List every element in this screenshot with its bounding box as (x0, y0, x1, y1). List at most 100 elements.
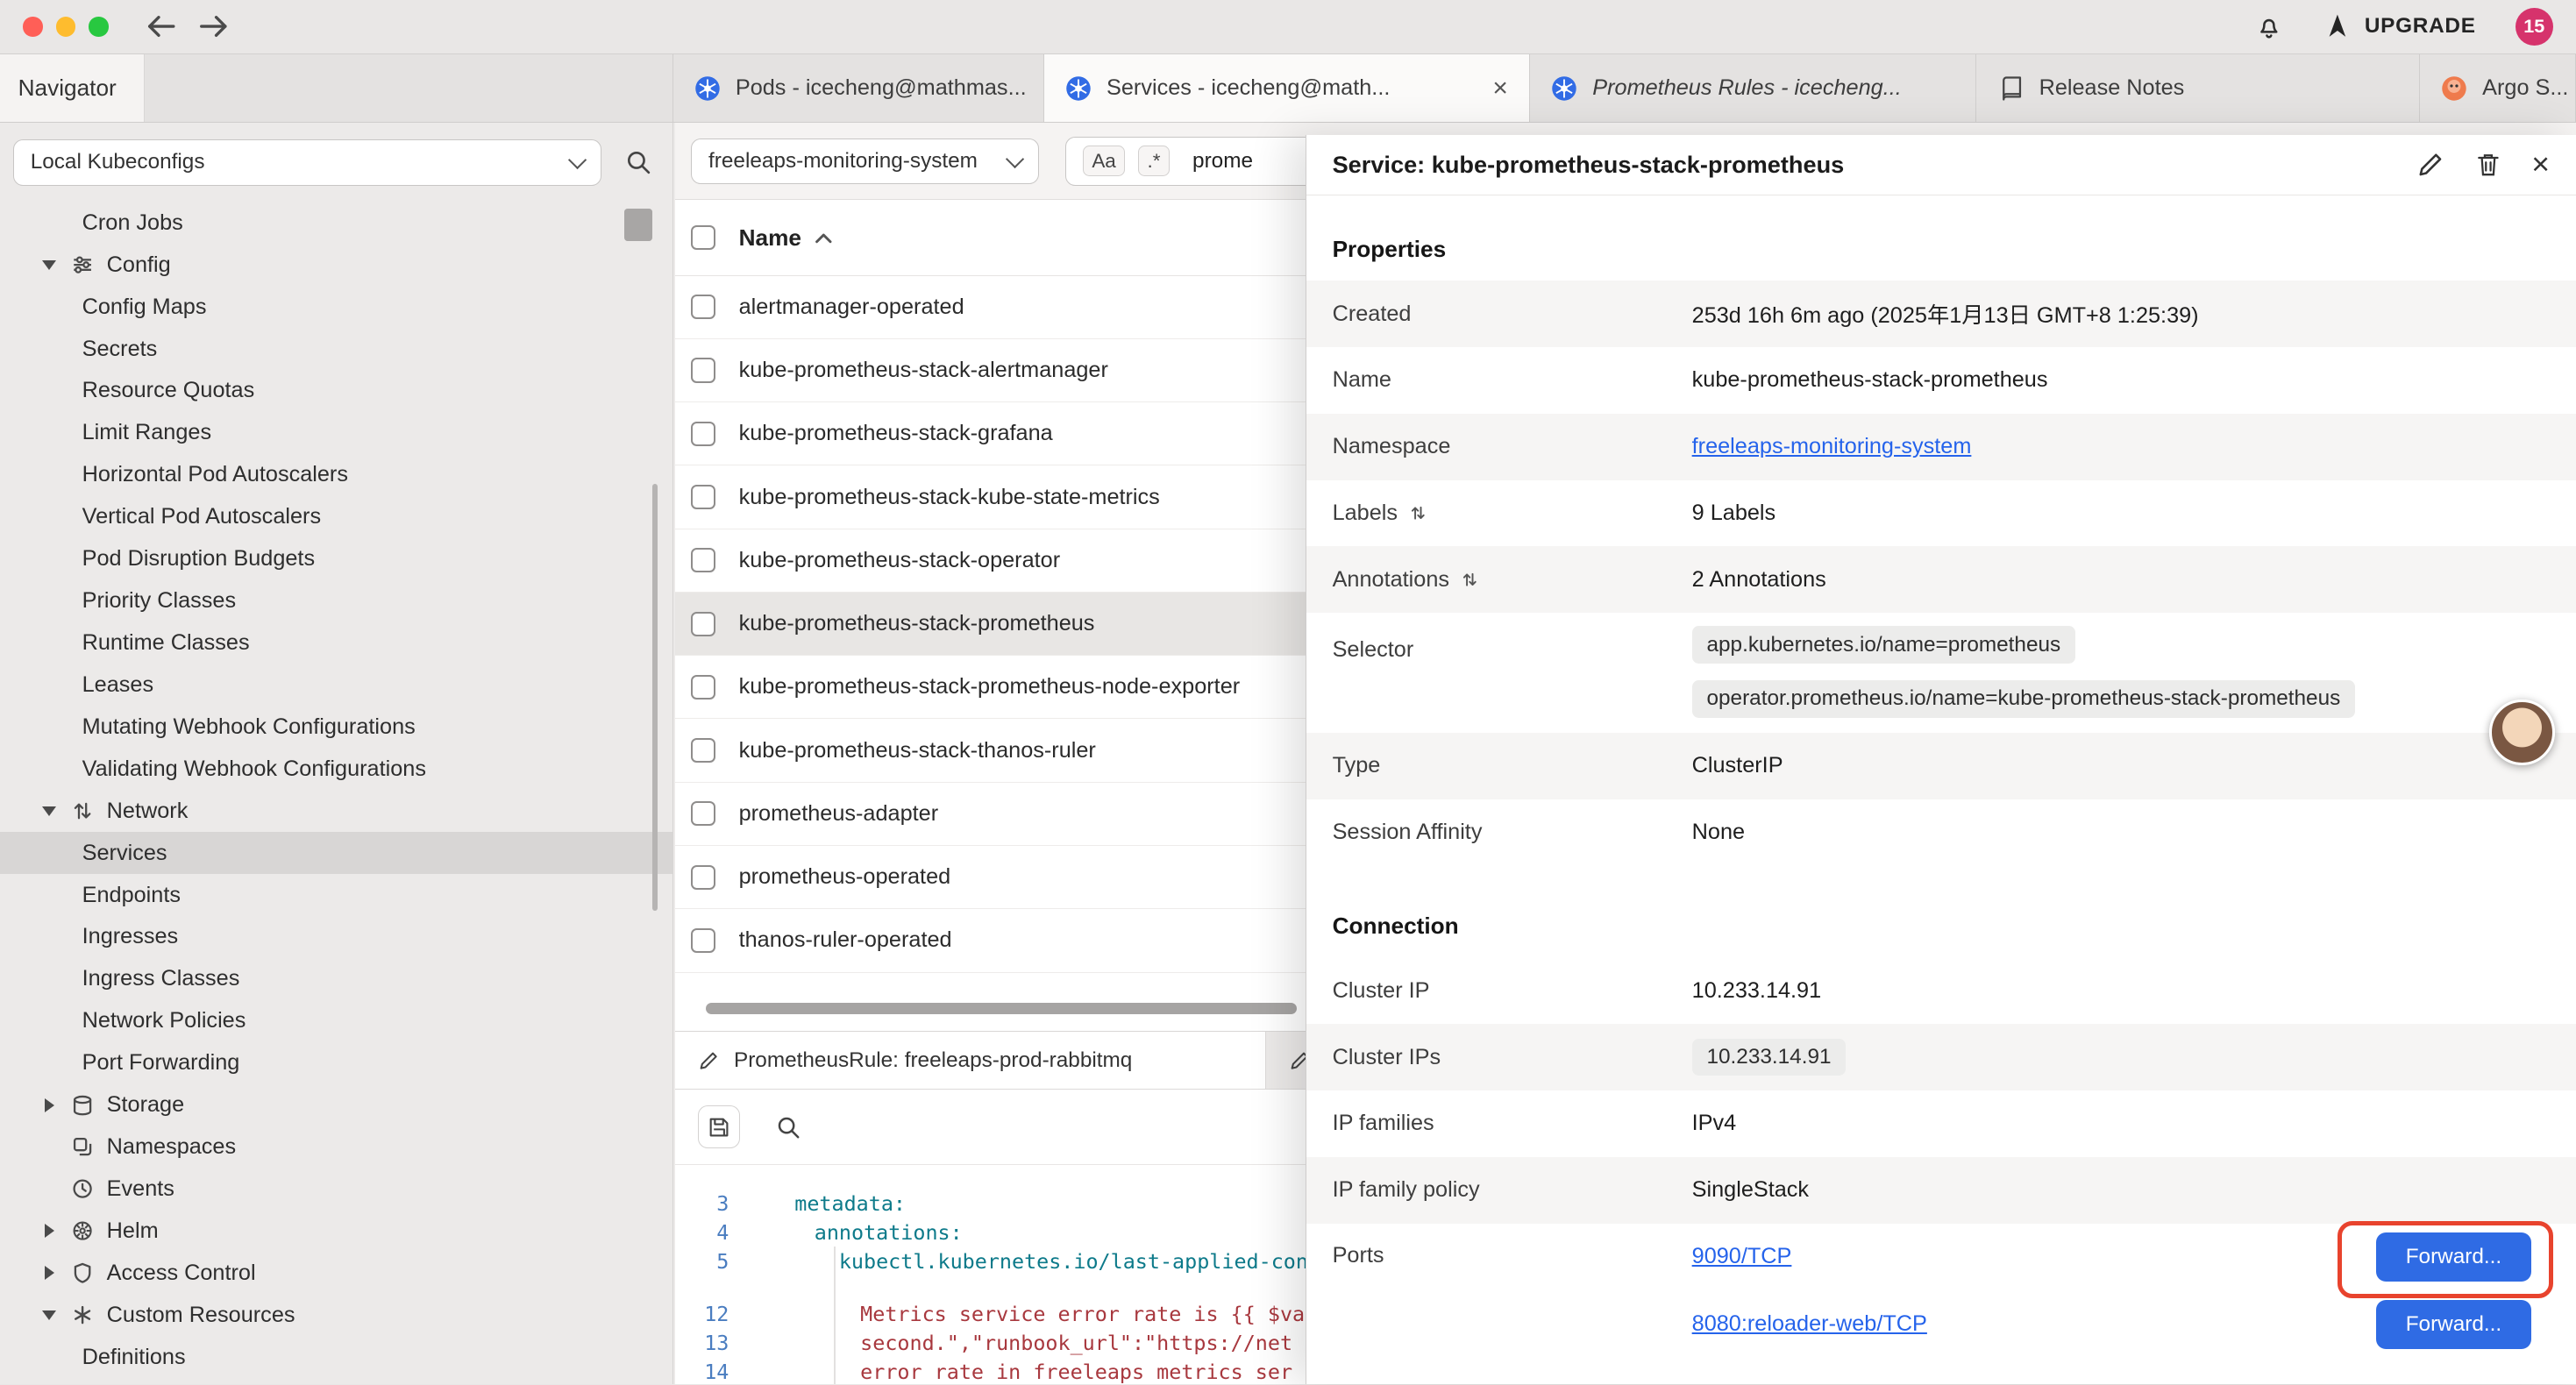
close-detail-button[interactable]: × (2531, 149, 2550, 181)
forward-port-button[interactable]: Forward... (2376, 1300, 2532, 1349)
row-checkbox[interactable] (691, 675, 715, 700)
kubeconfig-selector[interactable]: Local Kubeconfigs (13, 139, 601, 185)
sidebar-item-validating-webhook-configurations[interactable]: Validating Webhook Configurations (0, 748, 672, 790)
sidebar-item-cron-jobs[interactable]: Cron Jobs (0, 202, 672, 244)
created-label: Created (1333, 302, 1692, 327)
sidebar-item-storage[interactable]: Storage (0, 1084, 672, 1126)
tab-release-notes[interactable]: Release Notes (1976, 54, 2420, 123)
forward-button[interactable] (194, 7, 233, 46)
namespace-selector-value: freeleaps-monitoring-system (708, 149, 978, 174)
sidebar-item-secrets[interactable]: Secrets (0, 328, 672, 370)
row-checkbox[interactable] (691, 485, 715, 509)
minimize-window-button[interactable] (56, 17, 75, 36)
row-checkbox[interactable] (691, 295, 715, 319)
tab-label: Services - icecheng@math... (1107, 75, 1390, 101)
upgrade-button[interactable]: UPGRADE (2323, 12, 2476, 40)
sidebar-item-runtime-classes[interactable]: Runtime Classes (0, 622, 672, 664)
sidebar-search-icon[interactable] (624, 148, 652, 176)
notification-count-badge[interactable]: 15 (2516, 8, 2553, 46)
tab-label: Prometheus Rules - icecheng... (1592, 75, 1902, 101)
sidebar-item-priority-classes[interactable]: Priority Classes (0, 580, 672, 622)
sidebar-item-resource-quotas[interactable]: Resource Quotas (0, 370, 672, 412)
sidebar-item-mutating-webhook-configurations[interactable]: Mutating Webhook Configurations (0, 706, 672, 748)
pencil-icon (698, 1050, 719, 1071)
expand-annotations-icon[interactable] (1461, 570, 1479, 589)
sidebar-item-access-control[interactable]: Access Control (0, 1252, 672, 1294)
horizontal-scrollbar-thumb[interactable] (706, 1003, 1297, 1014)
sort-ascending-icon (815, 231, 833, 245)
sidebar-item-config[interactable]: Config (0, 244, 672, 286)
tab-pods[interactable]: Pods - icecheng@mathmas... (673, 54, 1044, 123)
sidebar-item-config-maps[interactable]: Config Maps (0, 286, 672, 328)
titlebar: UPGRADE 15 (0, 0, 2576, 54)
tree-scrollbar-thumb[interactable] (652, 484, 658, 911)
chevron-down-icon[interactable] (38, 1310, 60, 1320)
detail-row-type: Type ClusterIP (1306, 733, 2576, 799)
tab-prometheus-rules[interactable]: Prometheus Rules - icecheng... (1530, 54, 1976, 123)
chevron-down-icon (568, 151, 587, 169)
namespace-selector[interactable]: freeleaps-monitoring-system (691, 138, 1039, 184)
maximize-window-button[interactable] (89, 17, 108, 36)
row-checkbox[interactable] (691, 738, 715, 763)
namespace-link[interactable]: freeleaps-monitoring-system (1692, 434, 1972, 459)
close-tab-icon[interactable]: × (1492, 75, 1508, 102)
sidebar-item-ingresses[interactable]: Ingresses (0, 916, 672, 958)
name-label: Name (1333, 367, 1692, 393)
sidebar-item-services[interactable]: Services (0, 832, 672, 874)
chevron-down-icon[interactable] (38, 260, 60, 270)
section-title-properties: Properties (1306, 218, 2576, 281)
sidebar-item-events[interactable]: Events (0, 1168, 672, 1211)
annotations-value: 2 Annotations (1692, 567, 1826, 593)
expand-labels-icon[interactable] (1409, 503, 1427, 522)
chevron-right-icon[interactable] (38, 1266, 60, 1280)
detail-row-session-affinity: Session Affinity None (1306, 799, 2576, 866)
row-checkbox[interactable] (691, 801, 715, 826)
edit-button[interactable] (2416, 151, 2444, 179)
detail-row-created: Created 253d 16h 6m ago (2025年1月13日 GMT+… (1306, 281, 2576, 347)
tab-navigator[interactable]: Navigator (0, 54, 145, 123)
sidebar-item-pod-disruption-budgets[interactable]: Pod Disruption Budgets (0, 538, 672, 580)
sidebar-item-port-forwarding[interactable]: Port Forwarding (0, 1042, 672, 1084)
save-button[interactable] (698, 1105, 741, 1148)
filter-value: prome (1192, 149, 1253, 174)
detail-row-annotations: Annotations 2 Annotations (1306, 546, 2576, 613)
row-checkbox[interactable] (691, 612, 715, 636)
chevron-down-icon[interactable] (38, 806, 60, 816)
sidebar-item-endpoints[interactable]: Endpoints (0, 874, 672, 916)
custom-resources-icon (69, 1302, 96, 1328)
sidebar-item-limit-ranges[interactable]: Limit Ranges (0, 412, 672, 454)
select-all-checkbox[interactable] (691, 225, 715, 250)
row-checkbox[interactable] (691, 865, 715, 890)
editor-tab-prometheusrule[interactable]: PrometheusRule: freeleaps-prod-rabbitmq (675, 1032, 1266, 1090)
sidebar-item-namespaces[interactable]: Namespaces (0, 1126, 672, 1168)
column-header-name[interactable]: Name (739, 224, 801, 252)
tab-services[interactable]: Services - icecheng@math... × (1044, 54, 1530, 123)
sidebar-item-helm[interactable]: Helm (0, 1210, 672, 1252)
row-checkbox[interactable] (691, 358, 715, 382)
port-link[interactable]: 9090/TCP (1692, 1244, 1792, 1269)
back-button[interactable] (141, 7, 181, 46)
row-checkbox[interactable] (691, 928, 715, 953)
regex-toggle[interactable]: .* (1138, 146, 1170, 176)
port-link[interactable]: 8080:reloader-web/TCP (1692, 1311, 1927, 1337)
chevron-right-icon[interactable] (38, 1098, 60, 1112)
sidebar-item-vertical-pod-autoscalers[interactable]: Vertical Pod Autoscalers (0, 496, 672, 538)
sidebar-item-definitions[interactable]: Definitions (0, 1336, 672, 1378)
close-window-button[interactable] (23, 17, 42, 36)
sidebar-item-network-policies[interactable]: Network Policies (0, 1000, 672, 1042)
match-case-toggle[interactable]: Aa (1083, 146, 1125, 176)
row-checkbox[interactable] (691, 422, 715, 446)
sidebar-item-horizontal-pod-autoscalers[interactable]: Horizontal Pod Autoscalers (0, 454, 672, 496)
sidebar-item-leases[interactable]: Leases (0, 664, 672, 706)
avatar[interactable] (2489, 700, 2555, 765)
delete-button[interactable] (2474, 151, 2502, 179)
sidebar-item-ingress-classes[interactable]: Ingress Classes (0, 958, 672, 1000)
sidebar-item-network[interactable]: Network (0, 790, 672, 832)
bell-icon[interactable] (2254, 11, 2284, 43)
editor-search-button[interactable] (766, 1105, 809, 1148)
selector-label: Selector (1333, 626, 1692, 663)
tab-argo[interactable]: Argo S... (2420, 54, 2576, 123)
chevron-right-icon[interactable] (38, 1224, 60, 1238)
sidebar-item-custom-resources[interactable]: Custom Resources (0, 1294, 672, 1336)
row-checkbox[interactable] (691, 548, 715, 572)
